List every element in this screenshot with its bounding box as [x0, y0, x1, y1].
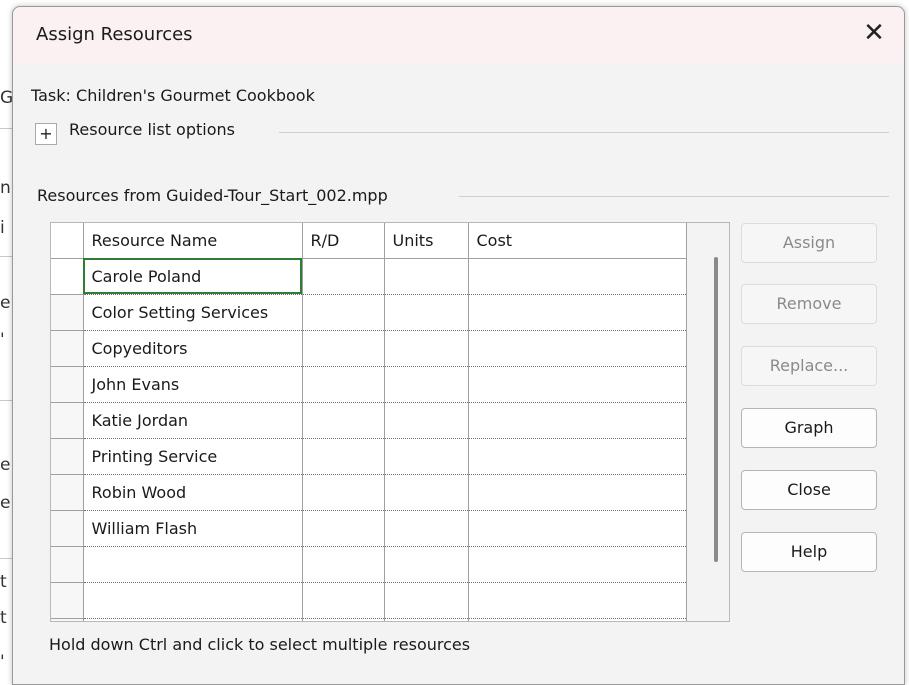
row-header[interactable] [51, 618, 84, 621]
units-cell[interactable] [384, 366, 469, 403]
resource-name-cell[interactable] [83, 582, 303, 619]
rd-cell[interactable] [302, 258, 385, 295]
selection-hint: Hold down Ctrl and click to select multi… [49, 635, 471, 654]
cost-cell[interactable] [468, 546, 687, 583]
cost-cell[interactable] [468, 330, 687, 367]
close-button[interactable]: Close [741, 470, 877, 510]
row-header[interactable] [51, 294, 84, 331]
scrollbar-thumb[interactable] [714, 257, 718, 562]
row-header[interactable] [51, 510, 84, 547]
resource-name-cell[interactable]: Copyeditors [83, 330, 303, 367]
table-row[interactable]: Color Setting Services [51, 294, 687, 331]
row-header-corner[interactable] [51, 223, 84, 259]
rd-cell[interactable] [302, 618, 385, 621]
remove-button[interactable]: Remove [741, 284, 877, 324]
resource-name-cell[interactable]: John Evans [83, 366, 303, 403]
units-cell[interactable] [384, 510, 469, 547]
row-header[interactable] [51, 582, 84, 619]
row-header[interactable] [51, 546, 84, 583]
column-header-resource-name[interactable]: Resource Name [83, 223, 303, 259]
cost-cell[interactable] [468, 510, 687, 547]
task-label: Task: [31, 86, 71, 105]
units-cell[interactable] [384, 582, 469, 619]
units-cell[interactable] [384, 330, 469, 367]
resource-name-cell[interactable]: Printing Service [83, 438, 303, 475]
rd-cell[interactable] [302, 294, 385, 331]
rd-cell[interactable] [302, 582, 385, 619]
column-header-cost[interactable]: Cost [468, 223, 687, 259]
resource-name-cell[interactable]: Robin Wood [83, 474, 303, 511]
assign-button[interactable]: Assign [741, 223, 877, 263]
rd-cell[interactable] [302, 330, 385, 367]
dialog-title: Assign Resources [36, 24, 193, 45]
row-header[interactable] [51, 366, 84, 403]
assign-resources-dialog: Assign Resources ✕ Task: Children's Gour… [12, 6, 905, 685]
resources-table: Resource Name R/D Units Cost Carole Pola… [51, 223, 687, 621]
replace-button[interactable]: Replace... [741, 346, 877, 386]
rd-cell[interactable] [302, 438, 385, 475]
cost-cell[interactable] [468, 258, 687, 295]
dialog-titlebar[interactable]: Assign Resources ✕ [13, 7, 904, 63]
rd-cell[interactable] [302, 546, 385, 583]
units-cell[interactable] [384, 546, 469, 583]
table-row[interactable] [51, 546, 687, 583]
vertical-scrollbar[interactable] [703, 223, 729, 621]
units-cell[interactable] [384, 402, 469, 439]
task-name: Children's Gourmet Cookbook [76, 86, 315, 105]
cost-cell[interactable] [468, 294, 687, 331]
cost-cell[interactable] [468, 438, 687, 475]
table-row[interactable]: Katie Jordan [51, 402, 687, 439]
cost-cell[interactable] [468, 402, 687, 439]
row-header[interactable] [51, 330, 84, 367]
table-header-row: Resource Name R/D Units Cost [51, 223, 687, 259]
units-cell[interactable] [384, 294, 469, 331]
cost-cell[interactable] [468, 474, 687, 511]
expand-icon[interactable]: + [35, 123, 57, 145]
table-row[interactable]: Printing Service [51, 438, 687, 475]
help-button[interactable]: Help [741, 532, 877, 572]
graph-button[interactable]: Graph [741, 408, 877, 448]
rd-cell[interactable] [302, 402, 385, 439]
row-header[interactable] [51, 474, 84, 511]
close-icon[interactable]: ✕ [858, 17, 890, 49]
row-header[interactable] [51, 438, 84, 475]
cost-cell[interactable] [468, 366, 687, 403]
row-header[interactable] [51, 258, 84, 295]
resource-name-cell[interactable]: Carole Poland [83, 258, 303, 295]
table-row[interactable]: William Flash [51, 510, 687, 547]
column-header-units[interactable]: Units [384, 223, 469, 259]
table-row[interactable]: Carole Poland [51, 258, 687, 295]
units-cell[interactable] [384, 618, 469, 621]
table-row[interactable] [51, 582, 687, 619]
resource-name-cell[interactable]: Color Setting Services [83, 294, 303, 331]
row-header[interactable] [51, 402, 84, 439]
table-row[interactable]: Copyeditors [51, 330, 687, 367]
resource-name-cell[interactable]: Katie Jordan [83, 402, 303, 439]
cost-cell[interactable] [468, 618, 687, 621]
rd-cell[interactable] [302, 366, 385, 403]
resource-name-cell[interactable]: William Flash [83, 510, 303, 547]
resource-name-cell[interactable] [83, 618, 303, 621]
units-cell[interactable] [384, 438, 469, 475]
section-divider [279, 132, 889, 133]
resource-name-cell[interactable] [83, 546, 303, 583]
task-line: Task: Children's Gourmet Cookbook [31, 86, 315, 105]
rd-cell[interactable] [302, 474, 385, 511]
table-row[interactable] [51, 618, 687, 621]
resource-list-options-toggle[interactable]: Resource list options [69, 120, 235, 139]
table-row[interactable]: Robin Wood [51, 474, 687, 511]
column-header-rd[interactable]: R/D [302, 223, 385, 259]
units-cell[interactable] [384, 258, 469, 295]
resources-grid[interactable]: Resource Name R/D Units Cost Carole Pola… [50, 222, 730, 622]
units-cell[interactable] [384, 474, 469, 511]
section-divider [459, 196, 889, 197]
table-row[interactable]: John Evans [51, 366, 687, 403]
cost-cell[interactable] [468, 582, 687, 619]
rd-cell[interactable] [302, 510, 385, 547]
resources-group-label: Resources from Guided-Tour_Start_002.mpp [37, 186, 388, 205]
